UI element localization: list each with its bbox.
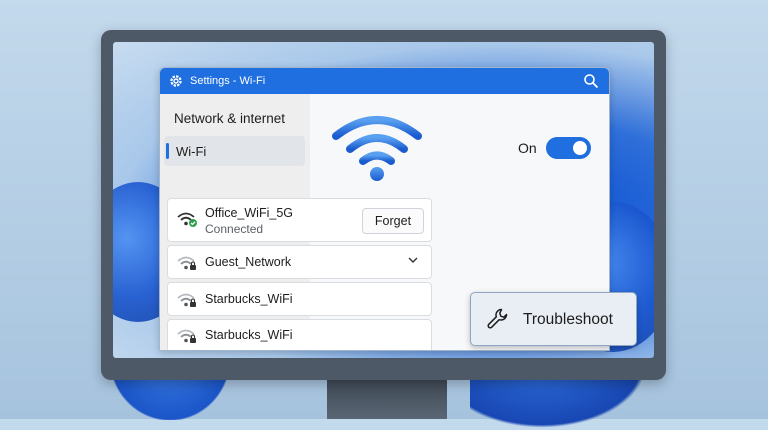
sidebar-item-wifi[interactable]: Wi-Fi <box>164 136 305 166</box>
network-name: Guest_Network <box>205 255 292 269</box>
wifi-secured-icon <box>177 256 196 270</box>
network-name: Starbucks_WiFi <box>205 292 293 306</box>
forget-button[interactable]: Forget <box>362 208 424 234</box>
search-icon[interactable] <box>583 73 599 89</box>
wifi-connected-icon <box>177 212 197 227</box>
network-row-guest[interactable]: Guest_Network <box>167 245 432 279</box>
wifi-toggle-label: On <box>518 140 537 156</box>
monitor-stand <box>327 380 447 419</box>
sidebar-heading: Network & internet <box>174 111 286 126</box>
wifi-secured-icon <box>177 293 196 307</box>
gear-icon <box>168 73 184 89</box>
wifi-large-icon <box>332 116 422 181</box>
troubleshoot-button[interactable]: Troubleshoot <box>470 292 637 346</box>
wifi-toggle[interactable] <box>546 137 591 159</box>
chevron-down-icon[interactable] <box>407 255 419 265</box>
troubleshoot-label: Troubleshoot <box>523 311 613 328</box>
wrench-icon <box>487 308 508 329</box>
network-name: Office_WiFi_5G <box>205 206 293 220</box>
sidebar-item-label: Wi-Fi <box>176 143 207 159</box>
window-title: Settings - Wi-Fi <box>190 75 266 87</box>
wifi-secured-icon <box>177 329 196 343</box>
network-row-starbucks[interactable]: Starbucks_WiFi <box>167 282 432 316</box>
network-row-office[interactable]: Office_WiFi_5G Connected Forget <box>167 198 432 242</box>
selection-indicator <box>166 143 169 159</box>
toggle-knob <box>573 141 587 155</box>
network-row-starbucks-2[interactable]: Starbucks_WiFi <box>167 319 432 350</box>
title-bar: Settings - Wi-Fi <box>160 68 609 94</box>
network-status: Connected <box>205 222 264 236</box>
network-name: Starbucks_WiFi <box>205 328 293 342</box>
